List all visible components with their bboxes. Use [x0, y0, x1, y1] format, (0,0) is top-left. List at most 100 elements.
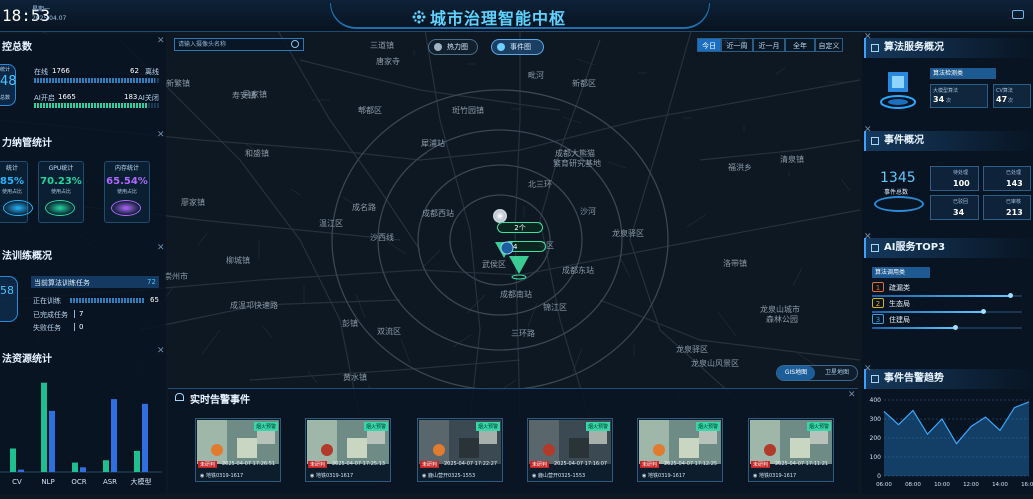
place-label: 三环路: [511, 328, 535, 338]
resource-bar: [72, 462, 78, 472]
event-pin-icon[interactable]: [493, 232, 533, 282]
cv-label: CV算法: [996, 88, 1013, 94]
close-icon[interactable]: ✕: [157, 346, 165, 356]
close-icon[interactable]: ✕: [864, 232, 872, 242]
rank-badge: 2: [872, 298, 884, 308]
alert-type-tag: 烟火预警: [475, 422, 500, 431]
monitor-icon[interactable]: [1012, 10, 1024, 19]
event-trend-chart: 0 100 200 300 400 06:00 08:00 10:00 12:00 14:00 16…: [870, 397, 1033, 488]
y-tick-label: 200: [870, 435, 882, 442]
event-stat-label: 待处理: [953, 170, 969, 176]
place-label: 新都区: [572, 78, 596, 88]
place-label: 成都西站: [422, 208, 454, 218]
tab-today[interactable]: 今日: [697, 38, 721, 52]
training-title: 法训练概况: [2, 251, 52, 262]
gis-map-button[interactable]: GIS地图: [777, 366, 815, 380]
alert-card[interactable]: 烟火预警 未研判 2025-04-07 17:22:27 ◉ 鹿山营开0325-155…: [417, 418, 503, 482]
x-tick-label: NLP: [41, 478, 54, 486]
service-badge: 算法检测类: [930, 68, 996, 79]
close-icon[interactable]: ✕: [157, 243, 165, 253]
camera-search-input[interactable]: 请输入摄像头名称: [174, 38, 304, 51]
rank-badge: 1: [872, 282, 884, 292]
alert-card[interactable]: 烟火预警 未研判 2025-04-07 17:26:51 ◉ 地铁0319-1617: [195, 418, 281, 482]
top3-badge: 算法调用类: [872, 267, 930, 278]
y-tick-label: 0: [877, 473, 881, 480]
place-label: 成名路: [352, 202, 376, 212]
alert-type-tag: 烟火预警: [253, 422, 278, 431]
alert-type-tag: 烟火预警: [695, 422, 720, 431]
time-range-tabs: 今日 近一周 近一月 全年 自定义: [697, 38, 852, 52]
date: 2025.04.07: [32, 15, 67, 22]
place-label: 黄水镇: [343, 372, 367, 382]
place-label: 北三环: [528, 180, 552, 189]
place-label: 三道镇: [370, 40, 394, 50]
alert-type-tag: 烟火预警: [585, 422, 610, 431]
x-tick-label: 大模型: [131, 477, 152, 486]
ai-off-value: 183: [124, 93, 138, 101]
top-header: 18:53 星期一 2025.04.07 城市治理智能中枢: [0, 0, 1033, 32]
alert-location: ◉ 地铁0319-1617: [200, 473, 244, 479]
cv-unit: 次: [1008, 98, 1014, 104]
place-label: 新繁镇: [166, 78, 190, 88]
compute-card: 统计 85% 使用占比: [0, 161, 33, 223]
tab-week[interactable]: 近一周: [721, 38, 753, 52]
place-label: 唐家寺: [376, 56, 400, 66]
ai-on-value: 1665: [58, 93, 76, 101]
tab-year[interactable]: 全年: [785, 38, 815, 52]
close-icon[interactable]: ✕: [848, 390, 856, 400]
close-icon[interactable]: ✕: [157, 36, 165, 46]
tab-custom[interactable]: 自定义: [815, 38, 843, 52]
events-total-base: [874, 196, 924, 212]
alert-location: ◉ 鹿山营开0325-1553: [422, 473, 476, 479]
place-label: 寿安镇: [232, 90, 256, 100]
x-tick-label: CV: [12, 478, 22, 486]
place-label: 清泉镇: [780, 154, 804, 164]
tab-month[interactable]: 近一月: [753, 38, 785, 52]
compute-card-base: [3, 200, 33, 216]
event-stat-value: 100: [953, 179, 970, 188]
place-label: 福洪乡: [728, 162, 752, 172]
alert-card[interactable]: 烟火预警 未研判 2025-04-07 17:11:21 ◉ 地铁0319-1617: [748, 418, 834, 482]
alert-status-badge: 未研判: [530, 461, 550, 468]
rank-bar-dot: [981, 309, 986, 314]
alert-bell-icon: [175, 393, 184, 401]
close-icon[interactable]: ✕: [864, 125, 872, 135]
x-tick-label: 14:00: [992, 482, 1008, 488]
alert-status-badge: 未研判: [420, 461, 440, 468]
rank-name: 疏漏类: [889, 284, 910, 292]
place-label: 双流区: [377, 326, 401, 336]
camera-marker[interactable]: [493, 209, 507, 223]
rank-bar: [872, 327, 955, 329]
alert-location: ◉ 地铁0319-1617: [642, 473, 686, 479]
place-label: 柳城镇: [226, 255, 250, 265]
event-stat-box: 已处理 143: [983, 166, 1031, 191]
place-label: 龙泉驿区: [676, 344, 708, 354]
alert-status-badge: 未研判: [751, 461, 771, 468]
alert-card[interactable]: 烟火预警 未研判 2025-04-07 17:16:07 ◉ 鹿山营开0325-155…: [527, 418, 613, 482]
close-icon[interactable]: ✕: [864, 364, 872, 374]
place-label: 龙泉山城市: [760, 304, 800, 314]
place-label: 龙泉山风景区: [691, 358, 739, 368]
alert-location: ◉ 地铁0319-1617: [310, 473, 354, 479]
heatmap-icon: [434, 43, 442, 51]
alert-time: 2025-04-07 17:25:13: [332, 461, 386, 467]
place-label: 洛带镇: [723, 258, 747, 268]
place-label: 毗河: [528, 70, 544, 80]
close-icon[interactable]: ✕: [864, 32, 872, 42]
alert-card[interactable]: 烟火预警 未研判 2025-04-07 17:25:13 ◉ 地铁0319-1617: [305, 418, 391, 482]
x-tick-label: 16:00: [1021, 482, 1033, 488]
trend-area: [884, 401, 1029, 476]
resources-title: 法资源统计: [2, 354, 52, 365]
alert-status-badge: 未研判: [198, 461, 218, 468]
y-tick-label: 400: [870, 397, 882, 404]
place-label: 繁育研究基地: [553, 158, 601, 168]
weekday: 星期一: [32, 6, 51, 13]
search-icon[interactable]: [291, 40, 299, 48]
ai-off-label: AI关闭: [138, 94, 159, 102]
compute-card-percent: 85%: [0, 176, 24, 187]
satellite-map-button[interactable]: 卫星地图: [818, 366, 856, 380]
training-current-label: 当前算法训练任务: [34, 279, 90, 287]
place-label: 廖家镇: [181, 197, 205, 207]
close-icon[interactable]: ✕: [157, 130, 165, 140]
alert-card[interactable]: 烟火预警 未研判 2025-04-07 17:12:25 ◉ 地铁0319-1617: [637, 418, 723, 482]
